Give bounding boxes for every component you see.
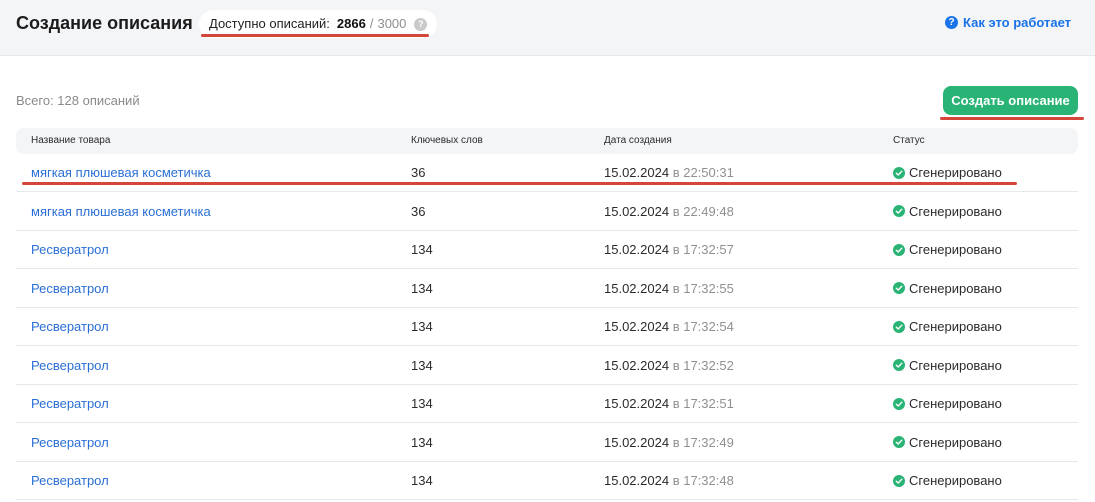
created-date-day: 15.02.2024 — [604, 473, 670, 488]
table-row: Ресвератрол 134 15.02.2024 в 17:32:52 Сгене… — [16, 347, 1078, 385]
status-badge: Сгенерировано — [893, 308, 1002, 345]
status-label: Сгенерировано — [909, 473, 1002, 488]
check-circle-icon — [893, 474, 905, 487]
created-date: 15.02.2024 в 17:32:48 — [604, 462, 734, 499]
annotation-underline-row — [22, 182, 1017, 185]
created-date-time: в 17:32:49 — [672, 434, 734, 450]
status-badge: Сгенерировано — [893, 193, 1002, 230]
created-date-time: в 17:32:55 — [672, 280, 734, 296]
keywords-count: 134 — [411, 242, 433, 257]
created-date-day: 15.02.2024 — [604, 357, 670, 373]
created-date-day: 15.02.2024 — [604, 242, 670, 257]
created-date-time: в 17:32:52 — [672, 357, 734, 373]
product-name-link[interactable]: Ресвератрол — [31, 231, 109, 268]
check-circle-icon — [893, 282, 905, 294]
how-it-works-label: Как это работает — [963, 15, 1072, 30]
table-row: Ресвератрол 134 15.02.2024 в 17:32:55 Сгене… — [16, 270, 1078, 308]
keywords-count: 134 — [411, 473, 433, 488]
status-badge: Сгенерировано — [893, 347, 1002, 384]
page-header: Создание описания Доступно описаний: 286… — [0, 0, 1095, 56]
keywords-count: 36 — [411, 165, 426, 180]
check-circle-icon — [893, 397, 905, 410]
how-it-works-link[interactable]: ? Как это работает — [945, 15, 1071, 30]
created-date-time: в 22:49:48 — [672, 203, 734, 219]
created-date: 15.02.2024 в 17:32:49 — [604, 424, 734, 461]
column-header-keywords: Ключевых слов — [411, 135, 483, 146]
status-label: Сгенерировано — [909, 203, 1002, 219]
table-row: мягкая плюшевая косметичка 36 15.02.2024 в… — [16, 154, 1078, 192]
status-label: Сгенерировано — [909, 396, 1002, 411]
status-label: Сгенерировано — [909, 165, 1002, 180]
annotation-underline-quota — [201, 34, 429, 37]
product-name-link[interactable]: Ресвератрол — [31, 462, 109, 499]
keywords-count: 134 — [411, 434, 433, 450]
check-circle-icon — [893, 320, 905, 333]
created-date-day: 15.02.2024 — [604, 396, 670, 411]
created-date-time: в 17:32:54 — [672, 319, 734, 334]
check-circle-icon — [893, 243, 905, 256]
question-icon[interactable]: ? — [414, 17, 428, 31]
keywords-count: 134 — [411, 396, 433, 411]
product-name-link[interactable]: мягкая плюшевая косметичка — [31, 154, 211, 191]
status-badge: Сгенерировано — [893, 385, 1002, 422]
created-date: 15.02.2024 в 17:32:51 — [604, 385, 734, 422]
table-header: Название товара Ключевых слов Дата созда… — [16, 128, 1078, 154]
created-date-day: 15.02.2024 — [604, 319, 670, 334]
table-row: Ресвератрол 134 15.02.2024 в 17:32:51 Сгене… — [16, 385, 1078, 423]
table-row: Ресвератрол 134 15.02.2024 в 17:32:48 Сгене… — [16, 462, 1078, 500]
column-header-name: Название товара — [31, 135, 111, 146]
status-badge: Сгенерировано — [893, 424, 1002, 461]
created-date-day: 15.02.2024 — [604, 165, 670, 180]
created-date-time: в 22:50:31 — [672, 165, 734, 180]
help-circle-icon: ? — [945, 16, 958, 29]
status-badge: Сгенерировано — [893, 231, 1002, 268]
check-circle-icon — [893, 436, 905, 448]
product-name-link[interactable]: Ресвератрол — [31, 424, 109, 461]
created-date: 15.02.2024 в 17:32:52 — [604, 347, 734, 384]
created-date-day: 15.02.2024 — [604, 280, 670, 296]
created-date-time: в 17:32:57 — [672, 242, 734, 257]
created-date: 15.02.2024 в 22:49:48 — [604, 193, 734, 230]
keywords-count: 36 — [411, 203, 426, 219]
table-row: Ресвератрол 134 15.02.2024 в 17:32:57 Сгене… — [16, 231, 1078, 269]
product-name-link[interactable]: Ресвератрол — [31, 347, 109, 384]
status-label: Сгенерировано — [909, 434, 1002, 450]
column-header-date: Дата создания — [604, 135, 672, 146]
create-description-button[interactable]: Создать описание — [943, 86, 1078, 115]
status-label: Сгенерировано — [909, 357, 1002, 373]
table-row: Ресвератрол 134 15.02.2024 в 17:32:54 Сгене… — [16, 308, 1078, 346]
product-name-link[interactable]: мягкая плюшевая косметичка — [31, 193, 211, 230]
created-date-time: в 17:32:51 — [672, 396, 734, 411]
keywords-count: 134 — [411, 357, 433, 373]
status-badge: Сгенерировано — [893, 154, 1002, 191]
status-label: Сгенерировано — [909, 319, 1002, 334]
created-date-day: 15.02.2024 — [604, 434, 670, 450]
product-name-link[interactable]: Ресвератрол — [31, 385, 109, 422]
product-name-link[interactable]: Ресвератрол — [31, 270, 109, 307]
table-row: Ресвератрол 134 15.02.2024 в 17:32:49 Сгене… — [16, 424, 1078, 462]
total-count: Всего: 128 описаний — [16, 93, 140, 108]
check-circle-icon — [893, 359, 905, 371]
table-row: мягкая плюшевая косметичка 36 15.02.2024 в… — [16, 193, 1078, 231]
product-name-link[interactable]: Ресвератрол — [31, 308, 109, 345]
check-circle-icon — [893, 205, 905, 217]
status-label: Сгенерировано — [909, 242, 1002, 257]
created-date-time: в 17:32:48 — [672, 473, 734, 488]
status-badge: Сгенерировано — [893, 462, 1002, 499]
created-date: 15.02.2024 в 17:32:57 — [604, 231, 734, 268]
created-date: 15.02.2024 в 17:32:54 — [604, 308, 734, 345]
created-date: 15.02.2024 в 17:32:55 — [604, 270, 734, 307]
keywords-count: 134 — [411, 319, 433, 334]
keywords-count: 134 — [411, 280, 433, 296]
status-badge: Сгенерировано — [893, 270, 1002, 307]
annotation-underline-button — [940, 117, 1084, 120]
column-header-status: Статус — [893, 135, 925, 146]
created-date: 15.02.2024 в 22:50:31 — [604, 154, 734, 191]
created-date-day: 15.02.2024 — [604, 203, 670, 219]
page-title: Создание описания — [16, 13, 193, 33]
check-circle-icon — [893, 166, 905, 179]
status-label: Сгенерировано — [909, 280, 1002, 296]
